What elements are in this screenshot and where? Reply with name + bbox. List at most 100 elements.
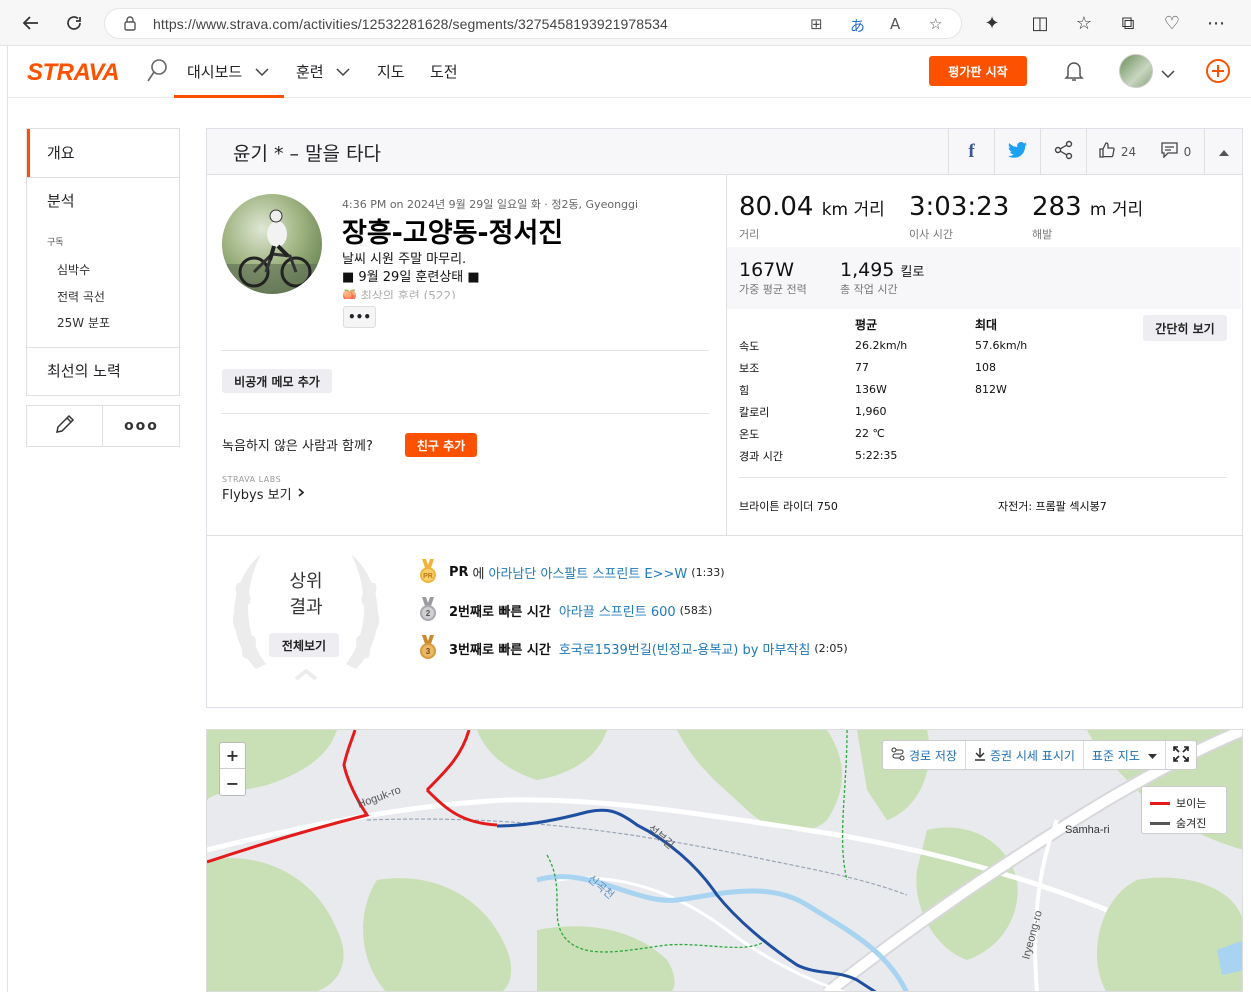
edit-button[interactable] bbox=[27, 406, 103, 446]
export-label: 증권 시세 표시기 bbox=[989, 748, 1075, 763]
top-results-heading: 상위 결과 bbox=[221, 569, 391, 621]
legend-hidden[interactable]: 숨겨진 bbox=[1150, 815, 1206, 831]
zoom-in-button[interactable]: + bbox=[220, 743, 245, 769]
table-row-label: 속도 bbox=[739, 340, 760, 353]
flybys-link[interactable]: Flybys 보기 bbox=[222, 484, 304, 503]
app-grid-icon[interactable]: ⊞ bbox=[810, 15, 823, 33]
collapse-button[interactable] bbox=[1204, 129, 1242, 175]
browser-toolbar: https://www.strava.com/activities/125322… bbox=[0, 0, 1251, 46]
segment-link[interactable]: 아라끌 스프린트 600 bbox=[559, 601, 676, 620]
legend-label: 보이는 bbox=[1176, 797, 1207, 810]
nav-dashboard[interactable]: 대시보드 bbox=[187, 61, 269, 82]
thumbs-up-icon bbox=[1099, 142, 1115, 162]
route-visible-line[interactable] bbox=[425, 730, 471, 792]
add-plus-icon[interactable] bbox=[1205, 58, 1231, 88]
total-work-stat: 1,495 킬로 bbox=[840, 259, 924, 281]
extensions-icon[interactable]: ✦ bbox=[978, 9, 1006, 37]
sidebar-item-best-efforts[interactable]: 최선의 노력 bbox=[27, 348, 179, 396]
sidebar-active-indicator bbox=[27, 129, 30, 177]
sidebar-item-power-curve[interactable]: 전력 곡선 bbox=[57, 288, 105, 305]
read-aloud-icon[interactable]: A bbox=[890, 15, 900, 33]
total-work-label: 총 작업 시간 bbox=[840, 283, 898, 296]
nav-active-indicator bbox=[174, 95, 284, 98]
map-type-select[interactable]: 표준 지도 bbox=[1084, 741, 1166, 769]
more-menu-icon[interactable]: ⋯ bbox=[1202, 9, 1230, 37]
address-bar[interactable]: https://www.strava.com/activities/125322… bbox=[104, 8, 962, 39]
table-row-label: 힘 bbox=[739, 384, 750, 397]
private-note-button[interactable]: 비공개 메모 추가 bbox=[222, 369, 332, 393]
sidebar-item-power-distribution[interactable]: 25W 분포 bbox=[57, 314, 110, 331]
refresh-icon[interactable] bbox=[60, 9, 88, 37]
share-icon bbox=[1054, 140, 1074, 164]
browser-essentials-icon[interactable]: ♡ bbox=[1158, 9, 1186, 37]
table-cell: 26.2km/h bbox=[855, 339, 908, 352]
sidebar-item-heart-rate[interactable]: 심박수 bbox=[57, 261, 90, 278]
save-route-button[interactable]: 경로 저장 bbox=[883, 741, 966, 769]
more-actions-button[interactable]: ooo bbox=[104, 406, 179, 446]
twitter-icon bbox=[1007, 142, 1028, 162]
distance-label: 거리 bbox=[739, 228, 760, 241]
export-button[interactable]: 증권 시세 표시기 bbox=[966, 741, 1084, 769]
divider bbox=[739, 477, 1227, 478]
comment-button[interactable]: 0 bbox=[1148, 129, 1204, 175]
favorite-star-icon[interactable]: ☆ bbox=[929, 15, 942, 33]
legend-swatch bbox=[1150, 801, 1170, 805]
legend-visible[interactable]: 보이는 bbox=[1150, 795, 1206, 811]
favorites-icon[interactable]: ☆ bbox=[1070, 9, 1098, 37]
athlete-avatar[interactable] bbox=[222, 194, 322, 294]
elevation-stat: 283 m 거리 bbox=[1032, 192, 1143, 222]
achievement-time: (58초) bbox=[679, 604, 713, 617]
achievement-time: (1:33) bbox=[691, 565, 725, 579]
split-screen-icon[interactable]: ◫ bbox=[1026, 9, 1054, 37]
activity-meta: 4:36 PM on 2024년 9월 29일 일요일 화 · 정2동, Gye… bbox=[342, 198, 639, 211]
sidebar-item-analysis[interactable]: 분석 bbox=[27, 178, 179, 226]
achievement-rank: 2번째로 빠른 시간 bbox=[449, 604, 551, 620]
achievement-connector: 에 bbox=[472, 566, 485, 582]
segment-link[interactable]: 호국로1539번길(빈정교-용복교) by 마부작침 bbox=[559, 639, 811, 658]
add-friend-button[interactable]: 친구 추가 bbox=[405, 433, 477, 457]
bell-icon[interactable] bbox=[1064, 59, 1084, 87]
app-edge bbox=[7, 46, 8, 992]
avatar[interactable] bbox=[1119, 54, 1153, 88]
collections-icon[interactable]: ⧉ bbox=[1114, 9, 1142, 37]
route-map[interactable]: Hoguk-ro Samha-ri Iryeong-ro 석부길 신곡천 + −… bbox=[206, 729, 1243, 992]
table-cell: 57.6km/h bbox=[975, 339, 1028, 352]
simple-view-button[interactable]: 간단히 보기 bbox=[1143, 315, 1227, 341]
sidebar-item-overview[interactable]: 개요 bbox=[27, 129, 179, 177]
segment-link[interactable]: 아라남단 아스팔트 스프린트 E>>W bbox=[489, 563, 688, 582]
flybys-label: Flybys 보기 bbox=[222, 488, 292, 503]
share-button[interactable] bbox=[1040, 129, 1086, 175]
distance-unit: km 거리 bbox=[821, 200, 885, 220]
sidebar-item-label: 개요 bbox=[47, 144, 75, 162]
divider bbox=[221, 350, 709, 351]
back-arrow-icon[interactable] bbox=[17, 9, 45, 37]
description-line: ■ 9월 29일 훈련상태 ■ bbox=[342, 270, 480, 285]
expand-description-button[interactable]: ••• bbox=[343, 306, 376, 328]
translate-icon[interactable]: あ bbox=[850, 15, 865, 36]
fullscreen-button[interactable] bbox=[1166, 741, 1196, 769]
map-trail bbox=[841, 730, 848, 881]
chevron-down-icon[interactable] bbox=[1161, 64, 1175, 83]
facebook-share-button[interactable]: f bbox=[948, 129, 994, 175]
table-row-label: 온도 bbox=[739, 428, 760, 441]
zoom-out-button[interactable]: − bbox=[220, 770, 245, 796]
comment-icon bbox=[1161, 142, 1178, 162]
map-label-hoguk: Hoguk-ro bbox=[356, 784, 403, 811]
search-icon[interactable] bbox=[146, 58, 168, 88]
start-trial-button[interactable]: 평가판 시작 bbox=[929, 56, 1027, 86]
table-cell: 1,960 bbox=[855, 405, 887, 418]
achievement-time: (2:05) bbox=[814, 641, 848, 655]
chevron-down-icon bbox=[336, 63, 350, 81]
nav-challenges[interactable]: 도전 bbox=[430, 61, 458, 82]
nav-training[interactable]: 훈련 bbox=[296, 61, 350, 82]
divider bbox=[221, 413, 709, 414]
chevron-up-icon bbox=[1218, 145, 1229, 160]
sidebar-tools: ooo bbox=[26, 405, 180, 447]
view-all-button[interactable]: 전체보기 bbox=[269, 633, 339, 657]
kudos-button[interactable]: 24 bbox=[1086, 129, 1148, 175]
strava-logo[interactable]: STRAVA bbox=[27, 59, 120, 87]
nav-maps[interactable]: 지도 bbox=[377, 61, 405, 82]
twitter-share-button[interactable] bbox=[994, 129, 1040, 175]
legend-label: 숨겨진 bbox=[1176, 817, 1207, 830]
moving-time-stat: 3:03:23 bbox=[909, 192, 1010, 222]
